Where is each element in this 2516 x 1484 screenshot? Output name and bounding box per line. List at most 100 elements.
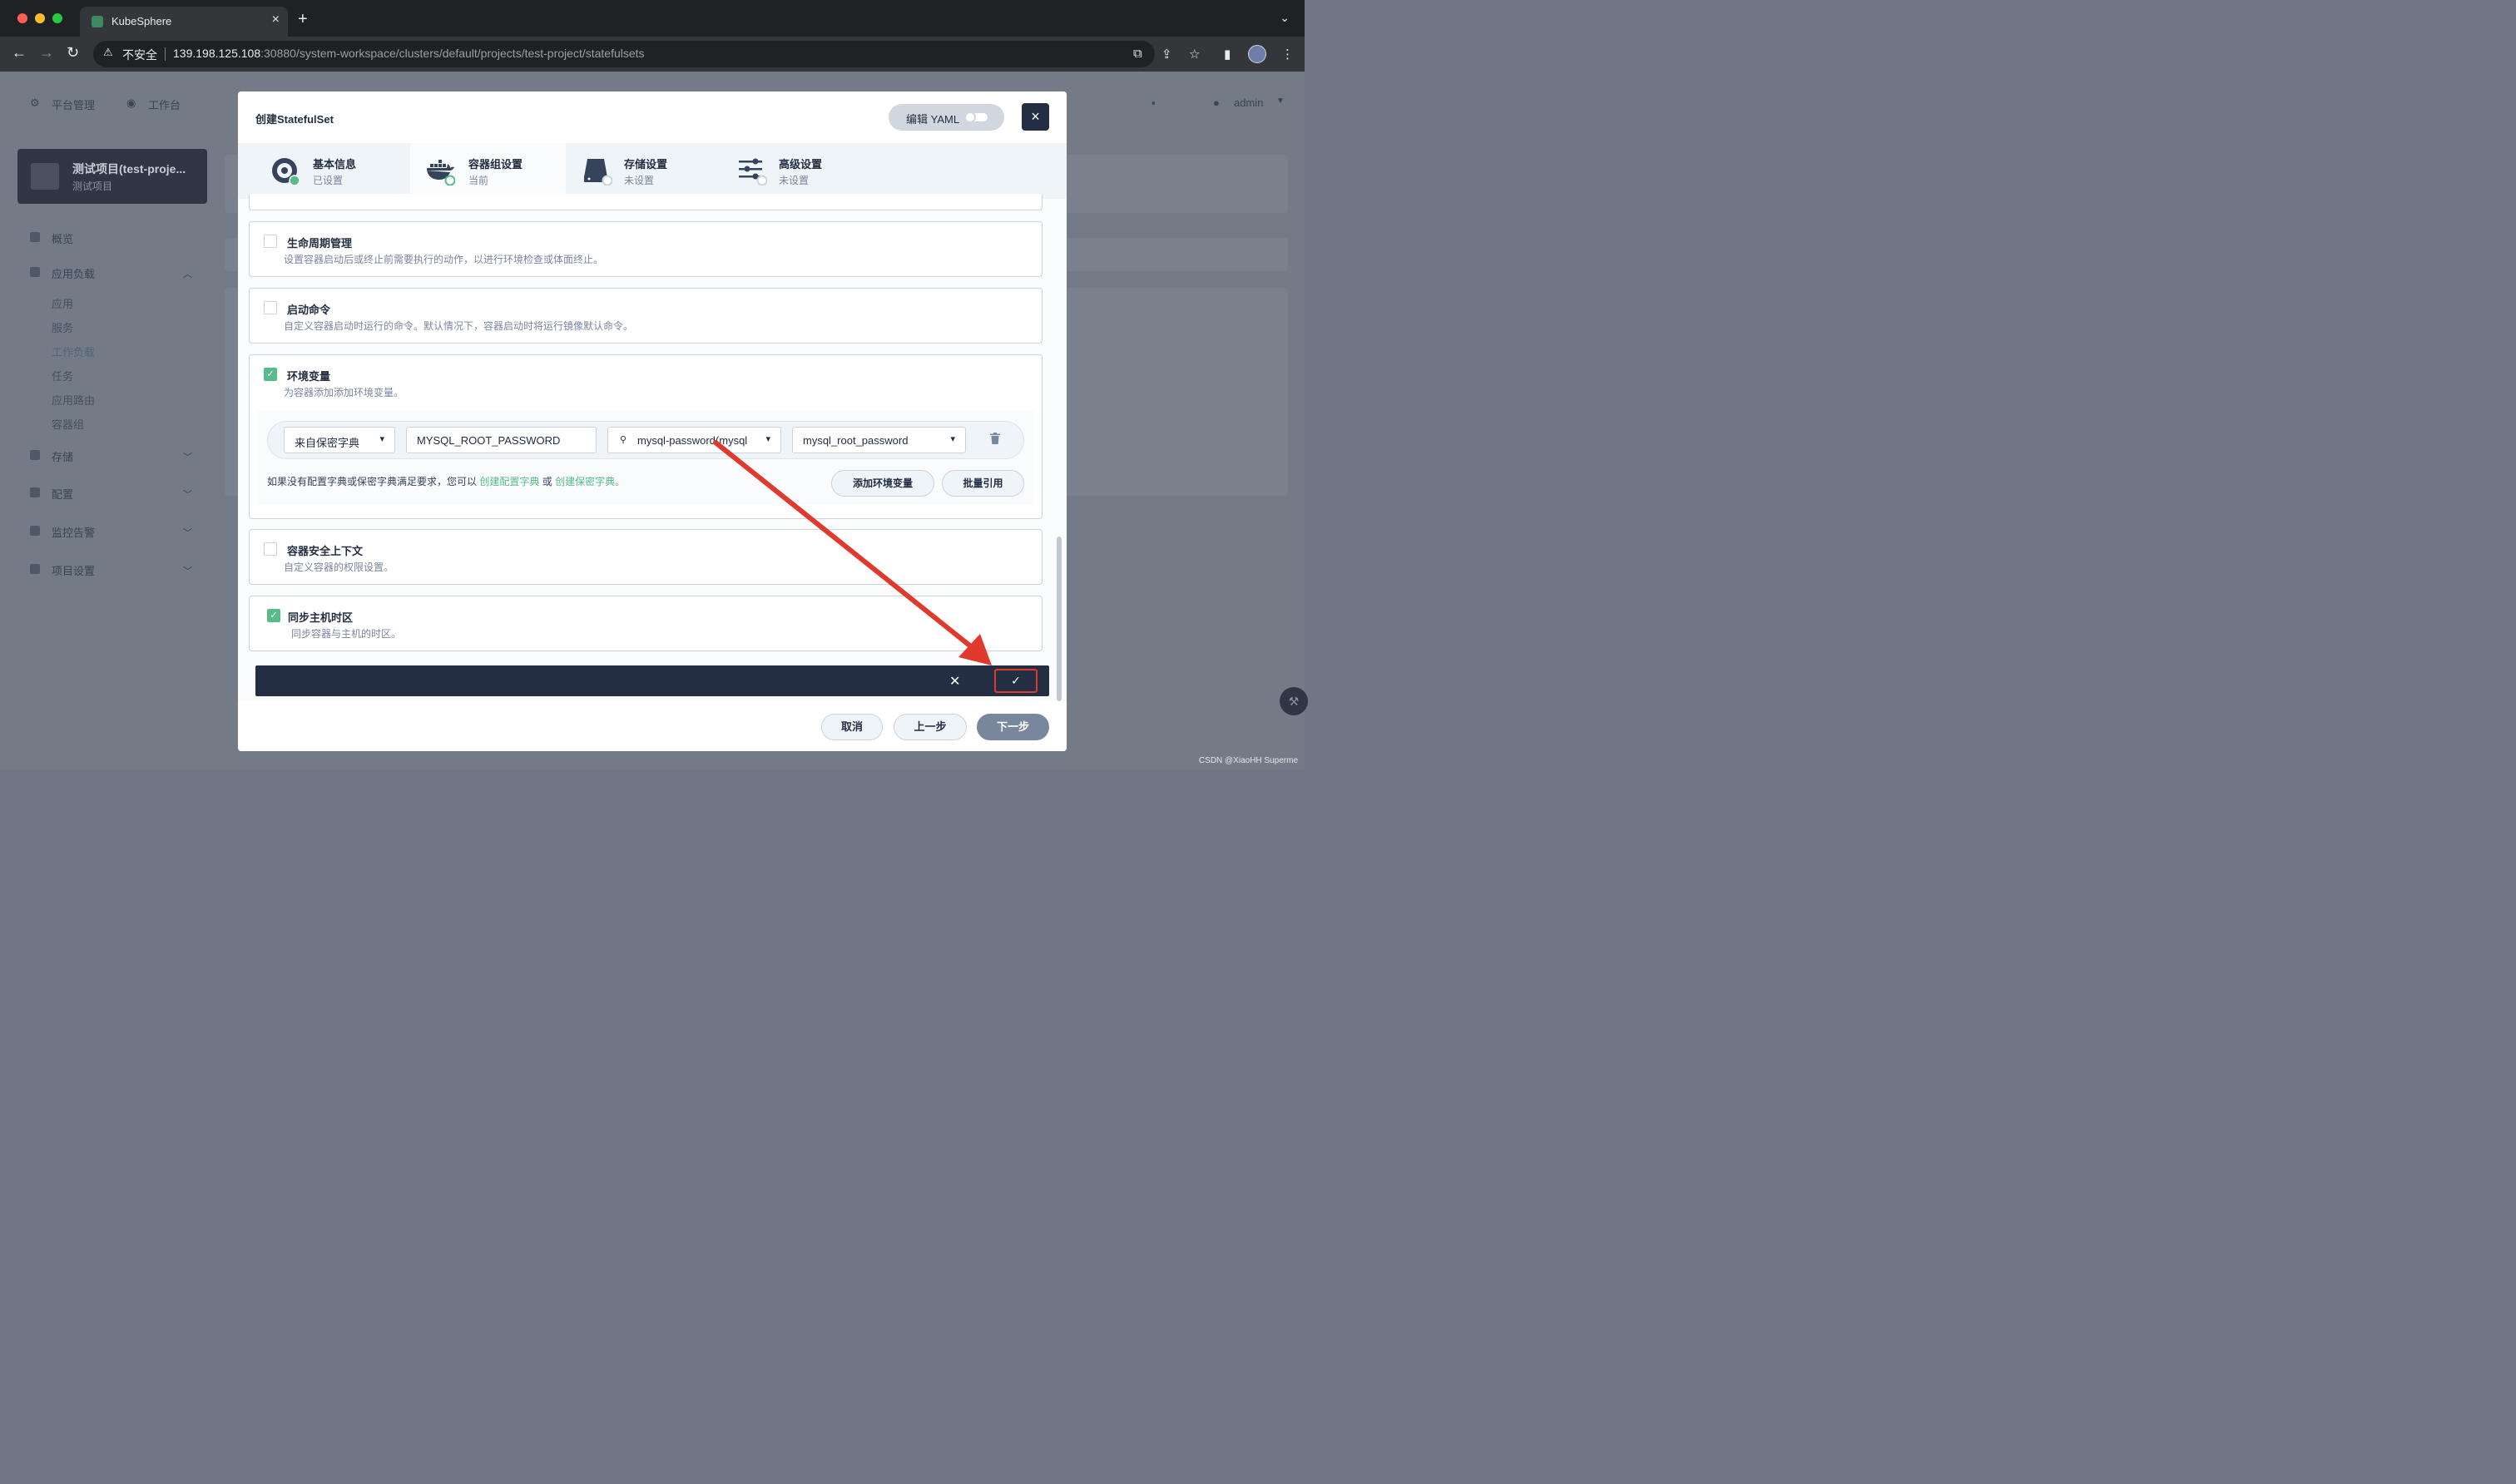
create-secret-link[interactable]: 创建保密字典 — [555, 476, 615, 487]
security-context-checkbox[interactable] — [264, 542, 277, 556]
tab-bar: KubeSphere × + ⌄ — [0, 0, 1305, 37]
toolbox-hammer-icon[interactable]: ⚒ — [1280, 687, 1308, 715]
section-title: 生命周期管理 — [287, 237, 353, 250]
scrollbar-thumb[interactable] — [1057, 537, 1062, 701]
sidebar-sub-apps[interactable]: 应用 — [52, 295, 73, 311]
sync-timezone-card: ✓ 同步主机时区 同步容器与主机的时区。 — [249, 596, 1043, 651]
env-vars-checkbox[interactable]: ✓ — [264, 368, 277, 381]
browser-chrome: KubeSphere × + ⌄ ← → ↻ ⚠ 不安全 139.198.125… — [0, 0, 1305, 72]
translate-icon[interactable]: ⧉ — [1133, 47, 1142, 61]
profile-avatar[interactable] — [1248, 45, 1266, 63]
add-env-var-button[interactable]: 添加环境变量 — [831, 470, 934, 497]
minimize-window-button[interactable] — [35, 13, 45, 23]
batch-reference-button[interactable]: 批量引用 — [942, 470, 1024, 497]
startup-command-checkbox[interactable] — [264, 301, 277, 314]
lifecycle-checkbox[interactable] — [264, 235, 277, 248]
tab-basic-info[interactable]: 基本信息 已设置 — [238, 143, 393, 199]
chevron-down-icon[interactable]: ﹀ — [183, 564, 192, 577]
env-vars-card: ✓ 环境变量 为容器添加添加环境变量。 来自保密字典 ▾ MYSQL_ROOT_… — [249, 354, 1043, 519]
sidebar-item-config[interactable]: 配置 — [52, 486, 73, 502]
disk-icon — [272, 158, 300, 186]
section-desc: 自定义容器的权限设置。 — [284, 561, 394, 573]
env-key-select[interactable]: mysql_root_password ▾ — [792, 427, 966, 453]
create-statefulset-modal: 创建StatefulSet 编辑 YAML × 基本信息 已设置 容器组设置 当… — [238, 92, 1067, 751]
cancel-button[interactable]: 取消 — [821, 714, 883, 740]
watermark: CSDN @XiaoHH Superme — [1198, 756, 1298, 765]
sidebar-item-workloads[interactable]: 应用负载 — [52, 265, 95, 281]
topnav-platform[interactable]: 平台管理 — [52, 96, 95, 112]
env-hint: 如果没有配置字典或保密字典满足要求，您可以 创建配置字典 或 创建保密字典。 — [267, 476, 626, 487]
address-bar[interactable]: ⚠ 不安全 139.198.125.108:30880/system-works… — [93, 41, 1155, 67]
env-source-select[interactable]: 来自保密字典 ▾ — [284, 427, 395, 453]
close-icon[interactable]: ✕ — [949, 673, 960, 690]
insecure-label[interactable]: 不安全 — [122, 47, 157, 63]
project-icon — [31, 163, 59, 190]
share-icon[interactable]: ⇪ — [1161, 47, 1172, 62]
more-menu-icon[interactable]: ⋮ — [1281, 47, 1294, 62]
sidebar-item-storage[interactable]: 存储 — [52, 448, 73, 464]
url-text[interactable]: 139.198.125.108:30880/system-workspace/c… — [173, 47, 645, 60]
chevron-down-icon[interactable]: ﹀ — [183, 450, 192, 463]
chevron-down-icon[interactable]: ﹀ — [183, 526, 192, 539]
browser-toolbar: ← → ↻ ⚠ 不安全 139.198.125.108:30880/system… — [0, 37, 1305, 72]
env-secret-select[interactable]: ⚲ mysql-password(mysql ▾ — [607, 427, 781, 453]
trash-icon[interactable] — [990, 433, 1000, 444]
close-icon[interactable]: × — [1022, 103, 1049, 131]
maximize-window-button[interactable] — [52, 13, 62, 23]
sidebar-item-monitoring[interactable]: 监控告警 — [52, 524, 95, 540]
close-window-button[interactable] — [17, 13, 27, 23]
chevron-up-icon[interactable]: ︿ — [183, 267, 192, 280]
project-card[interactable]: 测试项目(test-proje... 测试项目 — [17, 149, 207, 204]
close-tab-icon[interactable]: × — [272, 12, 280, 27]
tab-container-group[interactable]: 容器组设置 当前 — [410, 143, 566, 199]
sidebar-item-project-settings[interactable]: 项目设置 — [52, 562, 95, 578]
new-tab-icon[interactable]: + — [298, 10, 308, 29]
reload-icon[interactable]: ↻ — [67, 44, 79, 62]
sidebar-sub-workloads[interactable]: 工作负载 — [52, 344, 95, 359]
lifecycle-card: 生命周期管理 设置容器启动后或终止前需要执行的动作，以进行环境检查或体面终止。 — [249, 221, 1043, 277]
section-title: 同步主机时区 — [288, 611, 354, 624]
topnav-workbench[interactable]: 工作台 — [148, 96, 181, 112]
chevron-down-icon[interactable]: ﹀ — [183, 487, 192, 501]
toggle-switch[interactable] — [964, 111, 988, 123]
warning-icon[interactable]: ⚠ — [103, 46, 113, 59]
monitoring-icon — [30, 526, 40, 536]
tab-advanced[interactable]: 高级设置 未设置 — [721, 143, 875, 199]
side-panel-icon[interactable]: ▮ — [1224, 47, 1231, 62]
sidebar-sub-routes[interactable]: 应用路由 — [52, 392, 95, 408]
section-desc: 同步容器与主机的时区。 — [291, 628, 402, 640]
container-save-bar: ✕ ✓ — [255, 665, 1049, 696]
kubesphere-favicon-icon — [92, 16, 103, 27]
edit-yaml-toggle[interactable]: 编辑 YAML — [889, 104, 1004, 131]
tab-storage[interactable]: 存储设置 未设置 — [566, 143, 721, 199]
next-step-button[interactable]: 下一步 — [977, 714, 1049, 740]
key-icon: ⚲ — [620, 435, 627, 445]
sidebar-sub-pods[interactable]: 容器组 — [52, 416, 84, 432]
docs-icon[interactable]: ▪ — [1152, 96, 1156, 109]
env-name-input[interactable]: MYSQL_ROOT_PASSWORD — [406, 427, 597, 453]
previous-section-card — [249, 194, 1043, 210]
sidebar-item-overview[interactable]: 概览 — [52, 230, 73, 246]
browser-tab[interactable]: KubeSphere × — [80, 7, 288, 37]
env-vars-area: 来自保密字典 ▾ MYSQL_ROOT_PASSWORD ⚲ mysql-pas… — [257, 410, 1034, 505]
forward-icon[interactable]: → — [39, 44, 54, 62]
startup-command-card: 启动命令 自定义容器启动时运行的命令。默认情况下，容器启动时将运行镜像默认命令。 — [249, 288, 1043, 344]
sync-timezone-checkbox[interactable]: ✓ — [267, 609, 280, 622]
create-configmap-link[interactable]: 创建配置字典 — [479, 476, 539, 487]
sidebar-sub-services[interactable]: 服务 — [52, 319, 73, 335]
docker-whale-icon — [427, 160, 455, 186]
check-icon[interactable]: ✓ — [994, 669, 1038, 693]
sidebar-sub-jobs[interactable]: 任务 — [52, 368, 73, 383]
user-menu[interactable]: admin — [1234, 96, 1263, 109]
env-var-row: 来自保密字典 ▾ MYSQL_ROOT_PASSWORD ⚲ mysql-pas… — [267, 421, 1024, 459]
chevron-down-icon[interactable]: ▼ — [1276, 96, 1285, 106]
tab-search-chevron-icon[interactable]: ⌄ — [1280, 11, 1290, 25]
config-icon — [30, 487, 40, 497]
overview-icon — [30, 232, 40, 242]
chevron-down-icon: ▾ — [950, 434, 955, 444]
previous-step-button[interactable]: 上一步 — [894, 714, 967, 740]
bookmark-star-icon[interactable]: ☆ — [1189, 47, 1200, 62]
tab-title: KubeSphere — [111, 15, 172, 27]
section-title: 环境变量 — [287, 370, 331, 383]
back-icon[interactable]: ← — [12, 44, 27, 62]
